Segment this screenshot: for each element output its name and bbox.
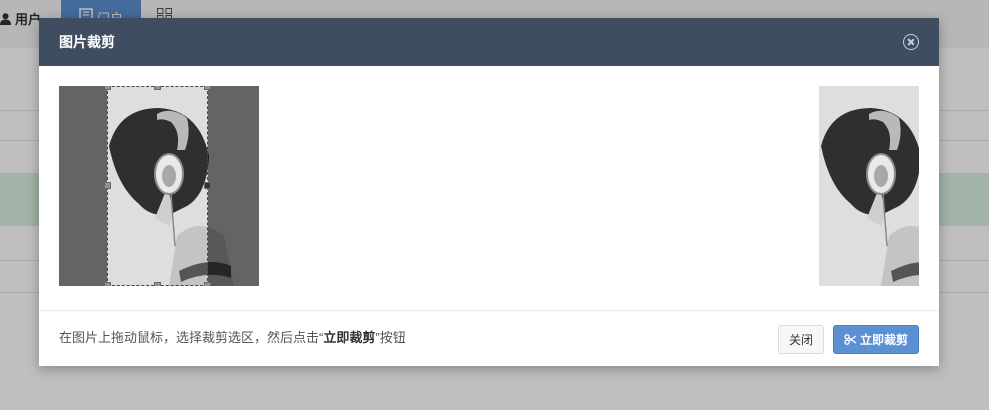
hint-prefix: 在图片上拖动鼠标，选择裁剪选区，然后点击“ [59, 330, 324, 345]
crop-handle-nw[interactable] [104, 86, 111, 90]
crop-source-image[interactable] [59, 86, 259, 286]
crop-now-button-label: 立即裁剪 [859, 333, 908, 347]
crop-selection[interactable] [107, 86, 208, 286]
crop-handle-s[interactable] [154, 282, 161, 286]
crop-handle-e[interactable] [204, 182, 211, 189]
crop-handle-se[interactable] [204, 282, 211, 286]
preview-photo [819, 86, 919, 286]
crop-handle-w[interactable] [104, 182, 111, 189]
dialog-header: 图片裁剪 [39, 18, 939, 66]
image-crop-dialog: 图片裁剪 在图片上拖动鼠标，选择裁剪选区，然后点击“立即裁剪”按钮 关闭 立即裁… [39, 18, 939, 366]
crop-hint-text: 在图片上拖动鼠标，选择裁剪选区，然后点击“立即裁剪”按钮 [59, 327, 406, 346]
crop-handle-n[interactable] [154, 86, 161, 90]
hint-emphasis: 立即裁剪 [323, 330, 376, 345]
crop-handle-sw[interactable] [104, 282, 111, 286]
close-button[interactable]: 关闭 [778, 325, 824, 354]
dialog-body [39, 66, 939, 311]
hint-suffix: ”按钮 [375, 330, 406, 345]
crop-now-button[interactable]: 立即裁剪 [833, 325, 919, 354]
dialog-footer: 在图片上拖动鼠标，选择裁剪选区，然后点击“立即裁剪”按钮 关闭 立即裁剪 [39, 311, 939, 366]
scissors-icon [844, 334, 857, 345]
close-icon[interactable] [903, 34, 919, 50]
crop-preview [819, 86, 919, 286]
close-button-label: 关闭 [788, 333, 813, 347]
dialog-title: 图片裁剪 [59, 34, 115, 50]
crop-handle-ne[interactable] [204, 86, 211, 90]
